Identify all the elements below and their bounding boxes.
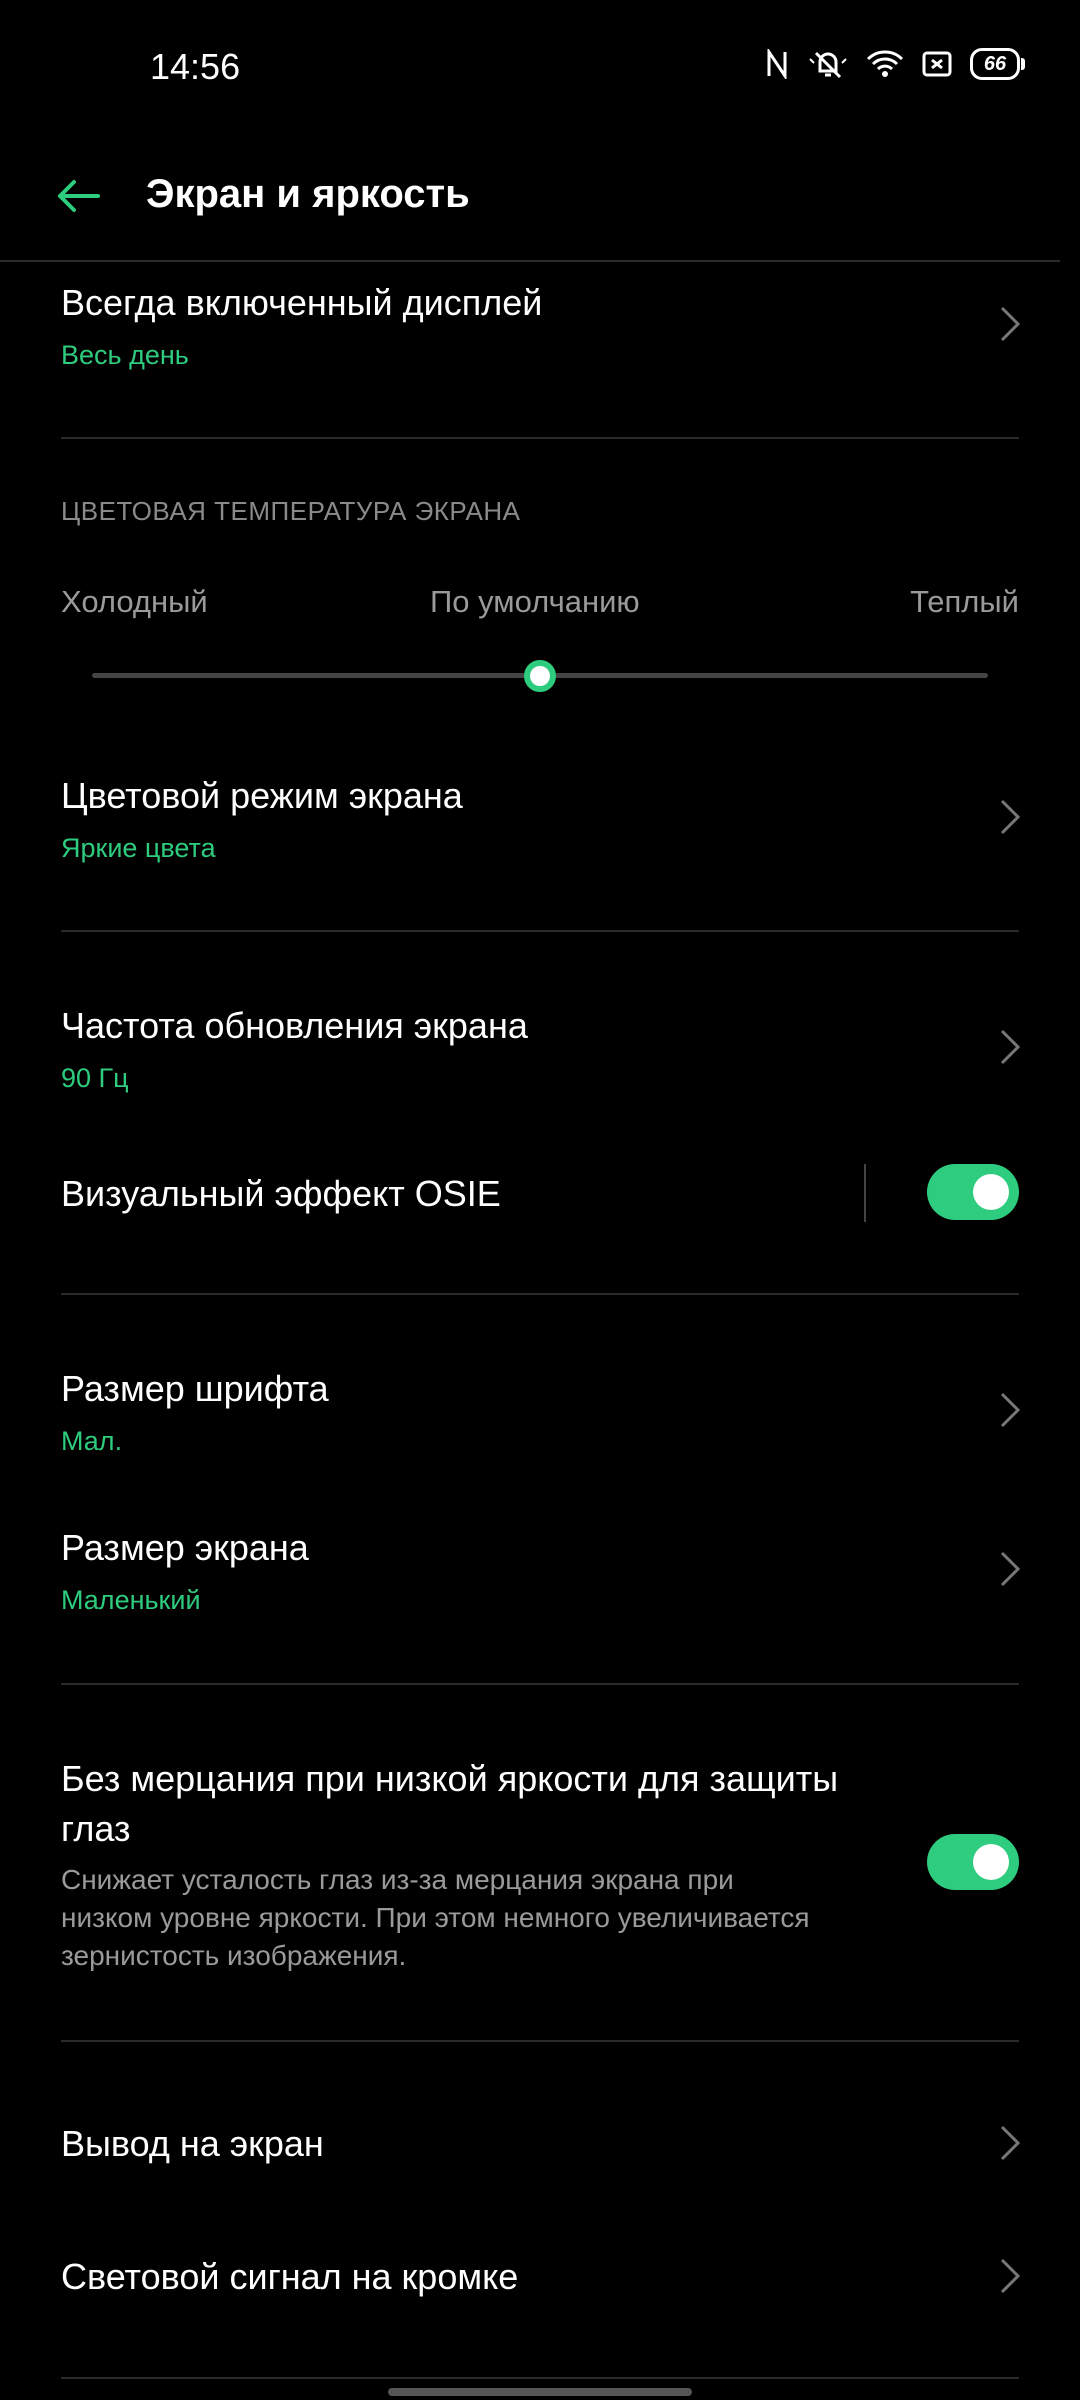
color-temp-slider-thumb[interactable] [524, 660, 556, 692]
refresh-rate-title: Частота обновления экрана [61, 1005, 528, 1046]
osie-title: Визуальный эффект OSIE [61, 1173, 501, 1214]
screen-size-value: Маленький [61, 1585, 201, 1615]
status-icons: 66 [764, 48, 1025, 80]
flicker-desc-line1: Снижает усталость глаз из-за мерцания эк… [61, 1864, 734, 1895]
flicker-desc-line3: зернистость изображения. [61, 1940, 407, 1971]
back-arrow-icon[interactable] [54, 172, 102, 220]
silent-bell-icon [809, 51, 847, 79]
edge-light-title: Световой сигнал на кромке [61, 2256, 519, 2297]
temp-cold-label: Холодный [61, 584, 208, 619]
chevron-right-icon [1000, 1392, 1021, 1428]
home-indicator[interactable] [388, 2388, 692, 2396]
screen-size-title: Размер экрана [61, 1527, 309, 1568]
chevron-right-icon [1000, 306, 1021, 342]
sim-icon [922, 51, 952, 77]
flicker-toggle[interactable] [927, 1834, 1019, 1890]
chevron-right-icon [1000, 1551, 1021, 1587]
divider [61, 1683, 1019, 1685]
status-time: 14:56 [150, 46, 241, 87]
temp-default-label: По умолчанию [430, 584, 640, 619]
divider [61, 930, 1019, 932]
osie-toggle[interactable] [927, 1164, 1019, 1220]
color-mode-title: Цветовой режим экрана [61, 775, 463, 816]
toggle-knob [973, 1174, 1009, 1210]
temp-warm-label: Теплый [910, 584, 1019, 619]
flicker-title-line1: Без мерцания при низкой яркости для защи… [61, 1758, 839, 1799]
divider [61, 437, 1019, 439]
flicker-desc-line2: низком уровне яркости. При этом немного … [61, 1902, 810, 1933]
battery-icon: 66 [970, 48, 1025, 80]
toggle-knob [973, 1844, 1009, 1880]
divider [61, 2377, 1019, 2379]
screen-cast-title: Вывод на экран [61, 2123, 324, 2164]
nfc-icon [767, 49, 787, 79]
always-on-value: Весь день [61, 340, 189, 370]
divider [61, 2040, 1019, 2042]
chevron-right-icon [1000, 799, 1021, 835]
chevron-right-icon [1000, 1029, 1021, 1065]
flicker-title-line2: глаз [61, 1808, 131, 1849]
vertical-separator [864, 1164, 866, 1222]
divider [61, 1293, 1019, 1295]
page-title: Экран и яркость [146, 172, 470, 216]
chevron-right-icon [1000, 2258, 1021, 2294]
header-divider [0, 260, 1060, 262]
wifi-icon [866, 50, 904, 77]
always-on-title: Всегда включенный дисплей [61, 282, 543, 323]
refresh-rate-value: 90 Гц [61, 1063, 129, 1093]
chevron-right-icon [1000, 2125, 1021, 2161]
color-temp-section-label: ЦВЕТОВАЯ ТЕМПЕРАТУРА ЭКРАНА [61, 496, 521, 526]
color-mode-value: Яркие цвета [61, 833, 216, 863]
font-size-value: Мал. [61, 1426, 123, 1456]
font-size-title: Размер шрифта [61, 1368, 329, 1409]
